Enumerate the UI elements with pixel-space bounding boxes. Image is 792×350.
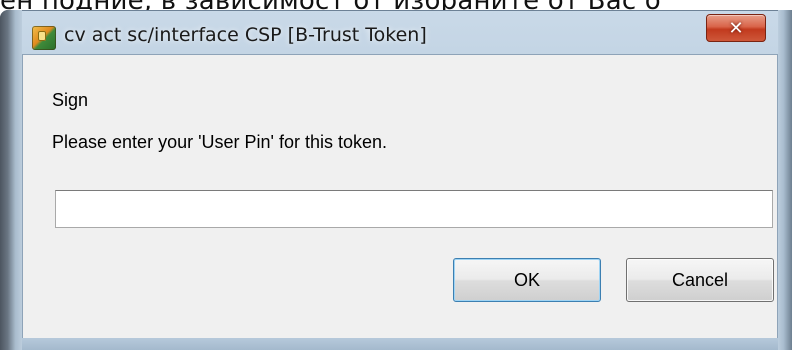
- pin-prompt-label: Please enter your 'User Pin' for this to…: [52, 132, 388, 152]
- cancel-button[interactable]: Cancel: [626, 258, 774, 302]
- user-pin-input[interactable]: [55, 190, 773, 228]
- close-button[interactable]: ✕: [706, 14, 766, 42]
- dialog-heading: Sign: [52, 90, 89, 110]
- dialog-window: cv act sc/interface CSP [B-Trust Token] …: [0, 10, 792, 350]
- window-frame-right: [778, 10, 792, 350]
- window-frame-left: [0, 10, 22, 350]
- window-frame-bottom: [22, 338, 778, 350]
- application-icon: [32, 26, 56, 50]
- screen: ен подние, в зависимост от избраните от …: [0, 0, 792, 350]
- dialog-client-area: Sign Please enter your 'User Pin' for th…: [22, 54, 778, 350]
- ok-button[interactable]: OK: [453, 258, 601, 302]
- window-title: cv act sc/interface CSP [B-Trust Token]: [64, 24, 427, 46]
